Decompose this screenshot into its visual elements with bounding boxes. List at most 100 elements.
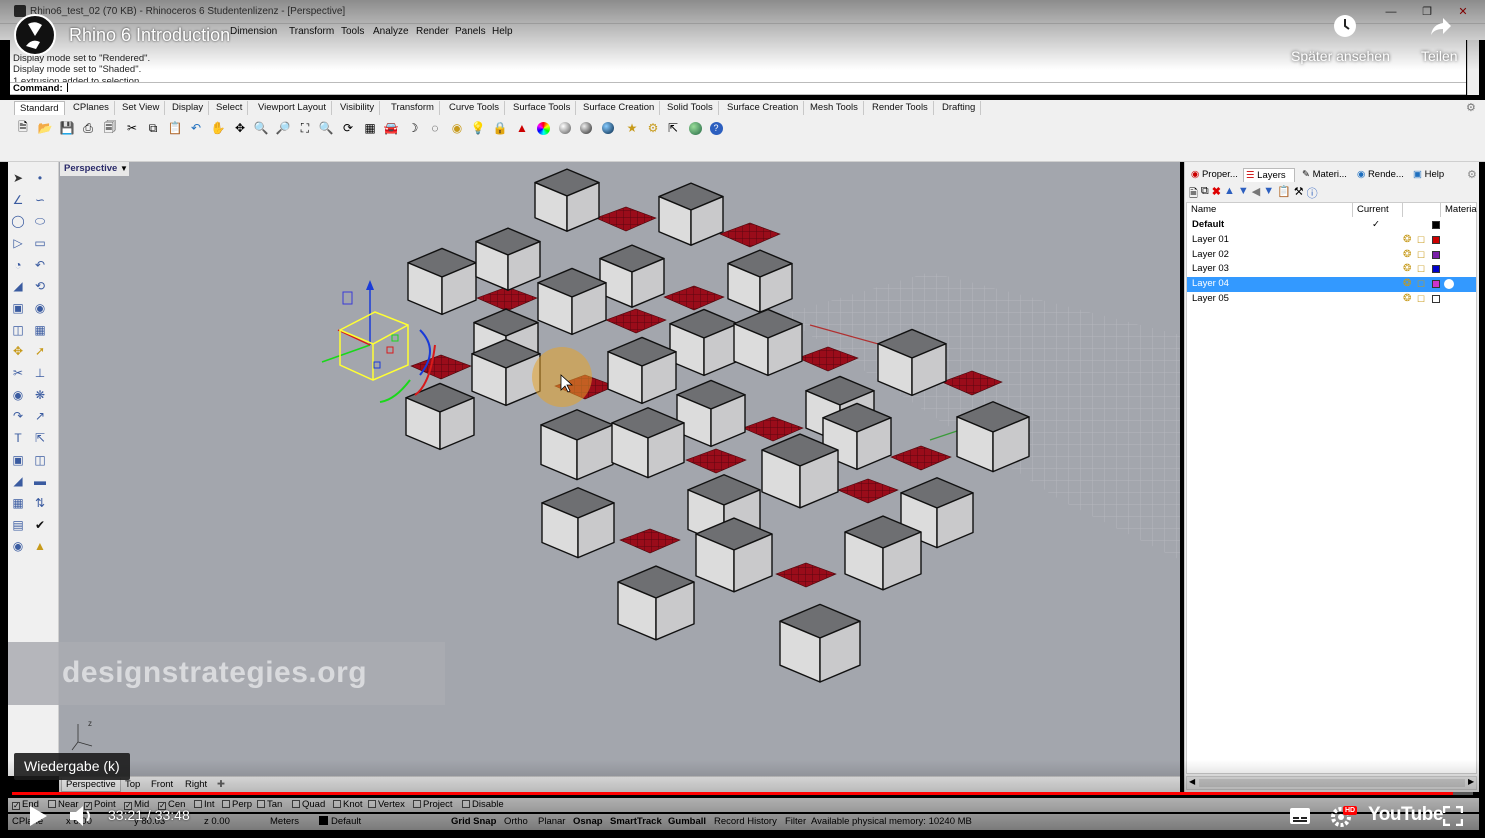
align-icon[interactable]: ▬ xyxy=(32,473,48,489)
layer-row[interactable]: Layer 02 ❂ ☐ xyxy=(1187,248,1476,263)
cube[interactable] xyxy=(407,247,477,316)
join-icon[interactable]: ◉ xyxy=(10,387,26,403)
cube[interactable] xyxy=(607,336,677,405)
cube[interactable] xyxy=(537,267,607,336)
mute-button[interactable] xyxy=(66,800,98,832)
material-circle-icon[interactable] xyxy=(1444,279,1454,290)
dimension-icon[interactable]: ⇱ xyxy=(665,120,681,136)
lock-icon[interactable]: ☐ xyxy=(1417,292,1425,307)
options-gear-icon[interactable]: ⚙ xyxy=(645,120,661,136)
visibility-bulb-icon[interactable]: ❂ xyxy=(1403,277,1411,292)
move-view-icon[interactable]: ✥ xyxy=(232,120,248,136)
zoom-window-icon[interactable]: 🔎 xyxy=(275,120,291,136)
toolbar-tab-viewport-layout[interactable]: Viewport Layout xyxy=(253,101,332,115)
view-tab-front[interactable]: Front xyxy=(147,778,177,792)
layer-help-icon[interactable]: ⓘ xyxy=(1307,185,1318,200)
rotate-icon[interactable]: ⟲ xyxy=(32,278,48,294)
checkbox-icon[interactable] xyxy=(462,800,470,808)
visibility-bulb-icon[interactable]: ❂ xyxy=(1403,233,1411,248)
cube[interactable] xyxy=(844,515,922,591)
layer-color-swatch[interactable] xyxy=(1432,265,1440,274)
cube[interactable] xyxy=(534,168,600,232)
polygon-icon[interactable]: ▷ xyxy=(10,235,26,251)
new-sublayer-icon[interactable]: ⧉ xyxy=(1201,185,1209,199)
osnap-perp[interactable]: Perp xyxy=(222,799,252,811)
zoom-selected-icon[interactable]: 🔍 xyxy=(318,120,334,136)
cube[interactable] xyxy=(599,244,665,308)
column-header-name[interactable]: Name xyxy=(1187,203,1353,217)
cube[interactable] xyxy=(541,487,615,559)
panel-tab-rendering[interactable]: ◉ Rende... xyxy=(1355,168,1410,182)
status-grid-snap[interactable]: Grid Snap xyxy=(451,816,496,828)
cube[interactable] xyxy=(761,433,839,509)
select-icon[interactable]: ◉ xyxy=(449,120,465,136)
move-layer-up-icon[interactable]: ▲ xyxy=(1224,185,1235,199)
layer-copy-icon[interactable]: 📋 xyxy=(1277,185,1291,199)
layer-color-swatch[interactable] xyxy=(1432,295,1440,303)
osnap-vertex[interactable]: Vertex xyxy=(368,799,405,811)
transform-icon[interactable]: ✥ xyxy=(10,343,26,359)
lock-icon[interactable]: ☐ xyxy=(1417,262,1425,277)
new-file-icon[interactable]: 🗎 xyxy=(15,120,31,136)
menu-item-render[interactable]: Render xyxy=(416,26,449,37)
cube[interactable] xyxy=(617,565,695,641)
explode-icon[interactable]: ❋ xyxy=(32,387,48,403)
cube[interactable] xyxy=(669,308,739,377)
paste-icon[interactable]: 📋 xyxy=(167,120,183,136)
toolbar-tab-curve-tools[interactable]: Curve Tools xyxy=(444,101,505,115)
delete-layer-icon[interactable]: ✖ xyxy=(1212,185,1221,199)
viewport-title[interactable]: Perspective xyxy=(60,162,122,176)
menu-item-tools[interactable]: Tools xyxy=(341,26,364,37)
panel-tab-help[interactable]: ▣ Help xyxy=(1411,168,1451,182)
column-header-current[interactable]: Current xyxy=(1353,203,1403,217)
mesh-icon[interactable]: ▦ xyxy=(32,322,48,338)
render-sphere-icon[interactable] xyxy=(557,120,573,136)
cplane-icon[interactable]: ☽ xyxy=(405,120,421,136)
move-icon[interactable]: ➚ xyxy=(32,343,48,359)
viewport-menu-arrow-icon[interactable]: ▼ xyxy=(119,162,129,176)
osnap-int[interactable]: Int xyxy=(194,799,215,811)
checkbox-icon[interactable] xyxy=(257,800,265,808)
osnap-tan[interactable]: Tan xyxy=(257,799,282,811)
checkbox-icon[interactable]: ✓ xyxy=(12,802,20,810)
move-layer-down-icon[interactable]: ▼ xyxy=(1238,185,1249,199)
red-tile[interactable] xyxy=(619,528,681,554)
lock-icon[interactable]: 🔒 xyxy=(492,120,508,136)
spotlight-icon[interactable]: ★ xyxy=(624,120,640,136)
box-icon[interactable]: ▣ xyxy=(10,300,26,316)
status-filter[interactable]: Filter xyxy=(785,816,806,828)
panel-tab-layers[interactable]: ☰ Layers xyxy=(1243,168,1295,182)
toolbar-tab-drafting[interactable]: Drafting xyxy=(937,101,982,115)
surface-icon[interactable]: ◢ xyxy=(10,278,26,294)
view-tab-perspective[interactable]: Perspective xyxy=(61,778,121,792)
status-ortho[interactable]: Ortho xyxy=(504,816,528,828)
current-layer-check-icon[interactable]: ✓ xyxy=(1372,218,1380,233)
checkbox-icon[interactable] xyxy=(194,800,202,808)
curve-icon[interactable]: ∽ xyxy=(32,192,48,208)
column-header-icons[interactable] xyxy=(1403,203,1441,217)
block-icon[interactable]: ◫ xyxy=(32,452,48,468)
properties-icon[interactable]: ▤ xyxy=(10,517,26,533)
status-planar[interactable]: Planar xyxy=(538,816,565,828)
panel-options-gear-icon[interactable]: ⚙ xyxy=(1467,168,1477,181)
zoom-extents-icon[interactable]: ⛶ xyxy=(297,120,313,136)
layer-row[interactable]: Layer 04 ❂ ☐ xyxy=(1187,277,1476,292)
layer-color-swatch[interactable] xyxy=(1432,250,1440,259)
toolbar-tab-solid-tools[interactable]: Solid Tools xyxy=(662,101,719,115)
panel-tab-properties[interactable]: ◉ Proper... xyxy=(1189,168,1241,182)
zoom-icon[interactable]: 🔍 xyxy=(253,120,269,136)
osnap-disable[interactable]: Disable xyxy=(462,799,504,811)
cube[interactable] xyxy=(956,401,1030,473)
point-icon[interactable]: • xyxy=(32,170,48,186)
group-icon[interactable]: ▣ xyxy=(10,452,26,468)
youtube-logo[interactable]: YouTube xyxy=(1368,804,1443,826)
toolbar-tab-surface-creation[interactable]: Surface Creation xyxy=(578,101,661,115)
globe-icon[interactable] xyxy=(687,120,703,136)
toolbar-tab-set-view[interactable]: Set View xyxy=(117,101,166,115)
toolbar-tab-render-tools[interactable]: Render Tools xyxy=(867,101,934,115)
red-tile[interactable] xyxy=(837,478,899,504)
subtitles-button[interactable] xyxy=(1284,800,1316,832)
circle-icon[interactable]: ◯ xyxy=(10,213,26,229)
toolbar-tab-transform[interactable]: Transform xyxy=(386,101,440,115)
toolbar-tab-mesh-tools[interactable]: Mesh Tools xyxy=(805,101,864,115)
